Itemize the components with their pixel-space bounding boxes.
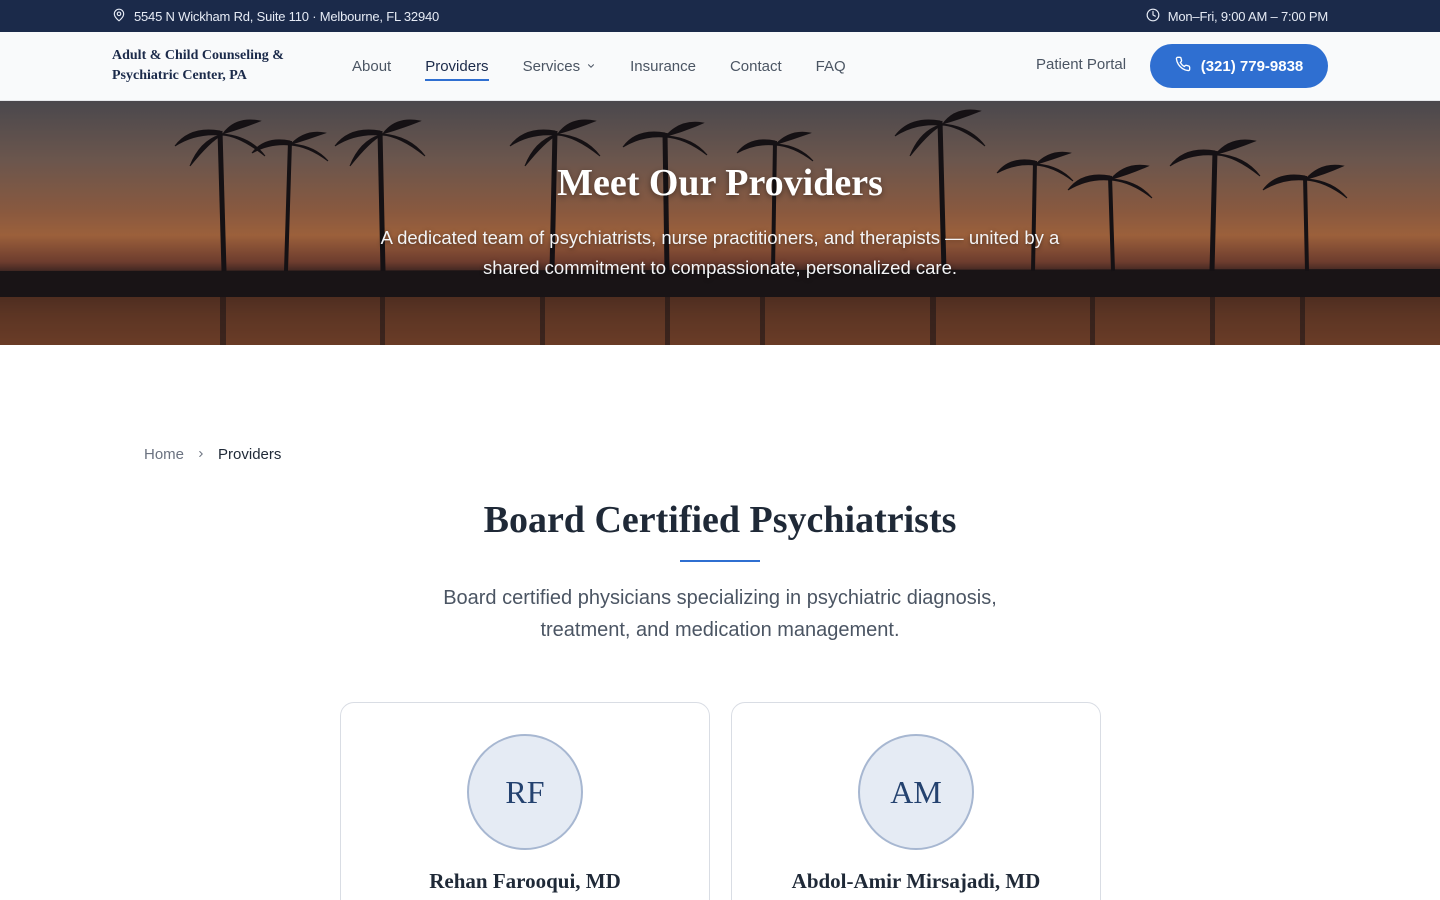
breadcrumb-current: Providers [218, 446, 282, 463]
hero-title: Meet Our Providers [557, 162, 883, 204]
nav-contact[interactable]: Contact [730, 54, 782, 78]
provider-name: Rehan Farooqui, MD [429, 869, 621, 893]
section-title: Board Certified Psychiatrists [483, 499, 957, 541]
address-text: 5545 N Wickham Rd, Suite 110 · Melbourne… [134, 8, 440, 24]
hours-text: Mon–Fri, 9:00 AM – 7:00 PM [1167, 8, 1328, 24]
nav-about[interactable]: About [352, 54, 391, 78]
clock-icon [1146, 8, 1160, 25]
provider-avatar: AM [858, 734, 974, 850]
section-divider [680, 560, 760, 562]
hero-subtitle: A dedicated team of psychiatrists, nurse… [380, 227, 1060, 278]
chevron-down-icon [586, 58, 596, 75]
chevron-right-icon [196, 446, 206, 463]
nav-providers-label: Providers [425, 57, 489, 75]
nav-about-label: About [352, 57, 392, 75]
nav-services-label: Services [522, 57, 581, 75]
nav-faq[interactable]: FAQ [816, 54, 846, 78]
breadcrumb-home-link[interactable]: Home [144, 446, 184, 463]
provider-avatar: RF [467, 734, 583, 850]
nav-providers[interactable]: Providers [425, 54, 489, 81]
nav-faq-label: FAQ [815, 57, 846, 75]
phone-number-label: (321) 779-9838 [1200, 57, 1304, 75]
map-pin-icon [112, 8, 126, 25]
nav-insurance-label: Insurance [630, 57, 696, 75]
breadcrumb: Home Providers [144, 446, 281, 463]
nav-services[interactable]: Services [523, 54, 597, 78]
call-phone-button[interactable]: (321) 779-9838 [1150, 44, 1328, 88]
hero-banner: Meet Our Providers A dedicated team of p… [0, 101, 1440, 345]
top-info-bar: 5545 N Wickham Rd, Suite 110 · Melbourne… [0, 0, 1440, 32]
hours-info: Mon–Fri, 9:00 AM – 7:00 PM [1146, 8, 1328, 25]
provider-card[interactable]: AM Abdol-Amir Mirsajadi, MD [731, 702, 1101, 900]
provider-name: Abdol-Amir Mirsajadi, MD [791, 869, 1041, 893]
brand-logo-text[interactable]: Adult & Child Counseling & Psychiatric C… [112, 46, 312, 86]
patient-portal-link[interactable]: Patient Portal [1036, 56, 1126, 73]
nav-contact-label: Contact [729, 57, 782, 75]
provider-card[interactable]: RF Rehan Farooqui, MD [340, 702, 710, 900]
nav-insurance[interactable]: Insurance [630, 54, 696, 78]
section-subtitle: Board certified physicians specializing … [443, 587, 997, 641]
main-nav: About Providers Services Insurance Conta… [352, 32, 880, 100]
site-header: Adult & Child Counseling & Psychiatric C… [0, 32, 1440, 101]
address-info: 5545 N Wickham Rd, Suite 110 · Melbourne… [112, 8, 439, 25]
phone-icon [1175, 56, 1191, 76]
